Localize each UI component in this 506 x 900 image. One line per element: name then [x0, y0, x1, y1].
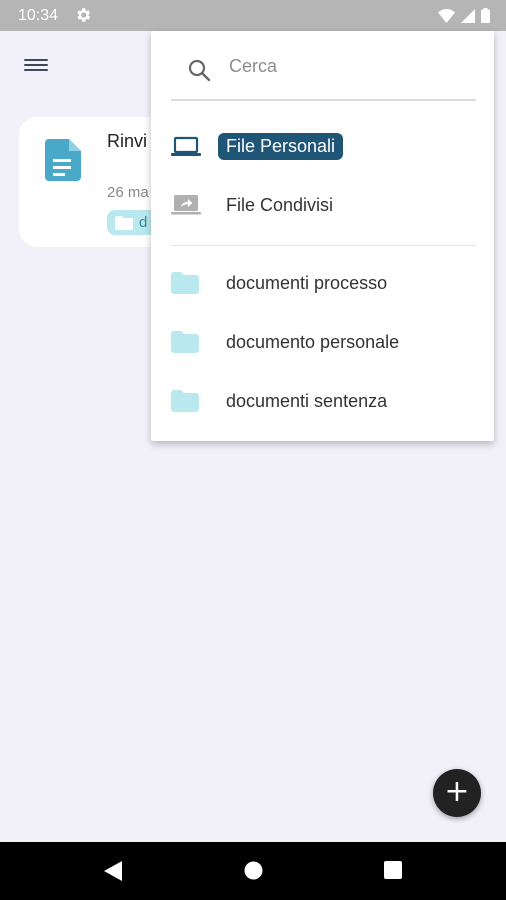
navigation-bar: [0, 842, 506, 900]
settings-gear-icon: [77, 8, 91, 22]
menu-item-file-condivisi[interactable]: File Condivisi: [151, 177, 494, 235]
menu-item-folder-documenti-processo[interactable]: documenti processo: [151, 255, 494, 313]
document-date: 26 ma: [107, 184, 149, 201]
cell-signal-icon: [461, 8, 475, 23]
document-icon: [45, 139, 81, 181]
folder-chip-label: d: [139, 214, 148, 231]
status-time: 10:34: [18, 7, 59, 24]
menu-item-file-personali[interactable]: File Personali: [151, 119, 494, 177]
shared-screen-icon: [171, 195, 201, 215]
menu-hamburger-icon[interactable]: [24, 56, 48, 74]
home-icon[interactable]: [244, 861, 263, 880]
folder-menu: File Personali File Condivisi documenti …: [151, 31, 494, 441]
search-input[interactable]: [227, 55, 451, 78]
menu-item-label: documento personale: [226, 332, 400, 352]
status-bar: 10:34: [0, 0, 506, 31]
folder-icon: [171, 331, 199, 353]
menu-item-label: documenti sentenza: [226, 391, 388, 411]
menu-item-label: File Condivisi: [226, 195, 334, 215]
menu-item-folder-documento-personale[interactable]: documento personale: [151, 314, 494, 372]
document-title: Rinvi 24.03: [107, 131, 157, 151]
menu-item-folder-documenti-sentenza[interactable]: documenti sentenza: [151, 373, 494, 431]
add-fab-button[interactable]: +: [433, 769, 481, 817]
recents-icon[interactable]: [384, 861, 402, 879]
back-icon[interactable]: [104, 861, 122, 881]
folder-icon: [115, 216, 133, 230]
menu-item-label: documenti processo: [226, 273, 388, 293]
wifi-icon: [438, 8, 455, 23]
search-row: [171, 43, 476, 101]
battery-icon: [481, 8, 490, 23]
status-icons: [438, 8, 490, 23]
folder-icon: [171, 390, 199, 412]
folder-icon: [171, 272, 199, 294]
plus-icon: +: [444, 774, 470, 809]
search-icon: [188, 59, 210, 81]
menu-item-label: File Personali: [218, 133, 344, 160]
menu-divider: [171, 245, 476, 246]
laptop-icon: [171, 136, 201, 156]
